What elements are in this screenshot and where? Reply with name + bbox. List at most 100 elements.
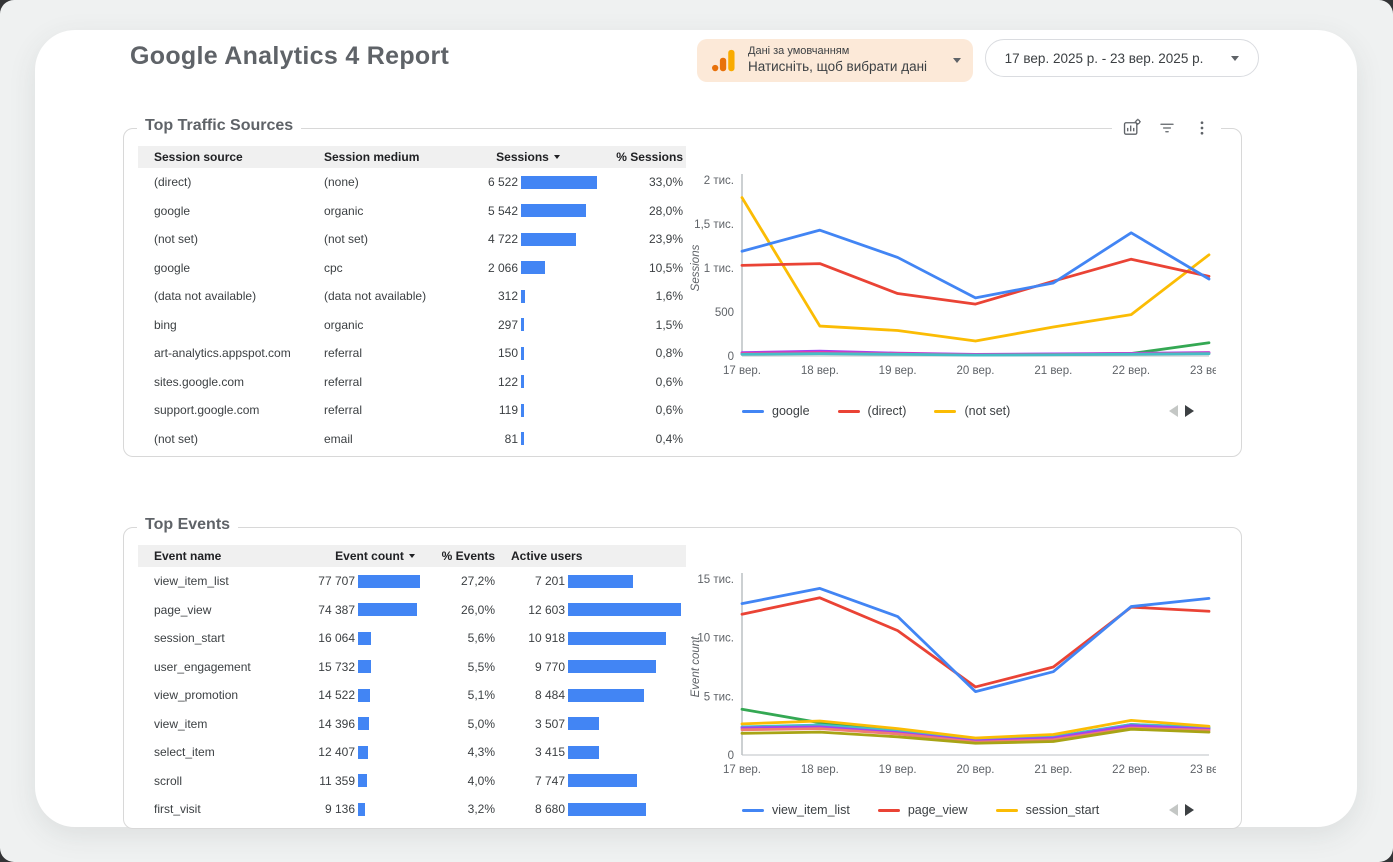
table-row[interactable]: bingorganic2971,5% bbox=[138, 311, 686, 340]
sessions-bar bbox=[521, 432, 524, 445]
column-header[interactable]: Active users bbox=[503, 549, 686, 563]
table-row[interactable]: view_item14 3965,0%3 507 bbox=[138, 710, 686, 739]
active-users-value: 12 603 bbox=[503, 603, 565, 617]
table-row[interactable]: art-analytics.appspot.comreferral1500,8% bbox=[138, 339, 686, 368]
y-tick-label: 0 bbox=[728, 750, 734, 762]
column-header[interactable]: Session source bbox=[138, 150, 308, 164]
column-header[interactable]: Session medium bbox=[308, 150, 458, 164]
table-row[interactable]: scroll11 3594,0%7 747 bbox=[138, 767, 686, 796]
x-tick-label: 18 вер. bbox=[801, 365, 839, 377]
bar-track bbox=[568, 774, 681, 787]
event-count-cell: 15 732 bbox=[313, 660, 437, 674]
more-options-icon[interactable] bbox=[1193, 119, 1211, 137]
table-row[interactable]: view_promotion14 5225,1%8 484 bbox=[138, 681, 686, 710]
column-header[interactable]: % Events bbox=[437, 549, 503, 563]
sessions-line-chart[interactable]: 05001 тис.1,5 тис.2 тис.17 вер.18 вер.19… bbox=[686, 164, 1216, 396]
event-count-bar bbox=[358, 774, 367, 787]
bar-track bbox=[568, 575, 681, 588]
table-row[interactable]: user_engagement15 7325,5%9 770 bbox=[138, 653, 686, 682]
session-source-cell: google bbox=[138, 204, 308, 218]
chevron-left-icon[interactable] bbox=[1169, 405, 1178, 417]
legend-pager bbox=[1169, 804, 1194, 816]
legend-item[interactable]: session_start bbox=[996, 803, 1100, 817]
event-count-value: 14 522 bbox=[313, 688, 355, 702]
table-row[interactable]: (data not available)(data not available)… bbox=[138, 282, 686, 311]
x-tick-label: 20 вер. bbox=[957, 764, 995, 776]
chevron-right-icon[interactable] bbox=[1185, 405, 1194, 417]
table-row[interactable]: first_visit9 1363,2%8 680 bbox=[138, 795, 686, 824]
table-row[interactable]: session_start16 0645,6%10 918 bbox=[138, 624, 686, 653]
pct-sessions-cell: 28,0% bbox=[598, 204, 686, 218]
column-header-label: Active users bbox=[511, 549, 582, 563]
data-control-button[interactable]: Дані за умовчанням Натисніть, щоб вибрат… bbox=[697, 39, 973, 82]
table-row[interactable]: page_view74 38726,0%12 603 bbox=[138, 596, 686, 625]
event-count-cell: 16 064 bbox=[313, 631, 437, 645]
active-users-value: 9 770 bbox=[503, 660, 565, 674]
traffic-sources-table: Session source Session medium Sessions % Se… bbox=[138, 146, 686, 456]
card-title: Top Events bbox=[137, 516, 238, 534]
sessions-cell: 297 bbox=[458, 318, 598, 332]
column-header-label: Session medium bbox=[324, 150, 419, 164]
bar-track bbox=[358, 689, 420, 702]
event-count-value: 9 136 bbox=[313, 802, 355, 816]
legend-item[interactable]: (direct) bbox=[838, 404, 907, 418]
table-row[interactable]: (direct)(none)6 52233,0% bbox=[138, 168, 686, 197]
legend-item[interactable]: google bbox=[742, 404, 810, 418]
event-count-bar bbox=[358, 660, 371, 673]
sessions-bar bbox=[521, 290, 525, 303]
pct-sessions-cell: 0,6% bbox=[598, 403, 686, 417]
column-header[interactable]: Sessions bbox=[458, 150, 598, 164]
legend-item[interactable]: page_view bbox=[878, 803, 968, 817]
bar-track bbox=[521, 432, 597, 445]
event-count-value: 11 359 bbox=[313, 774, 355, 788]
event-count-value: 74 387 bbox=[313, 603, 355, 617]
page-title: Google Analytics 4 Report bbox=[130, 42, 449, 71]
filter-icon[interactable] bbox=[1158, 119, 1176, 137]
legend-item[interactable]: view_item_list bbox=[742, 803, 850, 817]
date-range-button[interactable]: 17 вер. 2025 р. - 23 вер. 2025 р. bbox=[985, 39, 1259, 77]
table-row[interactable]: view_item_list77 70727,2%7 201 bbox=[138, 567, 686, 596]
event-count-line-chart[interactable]: 05 тис.10 тис.15 тис.17 вер.18 вер.19 ве… bbox=[686, 563, 1216, 795]
event-count-bar bbox=[358, 717, 369, 730]
column-header[interactable]: Event name bbox=[138, 549, 313, 563]
bar-track bbox=[521, 318, 597, 331]
chevron-down-icon bbox=[1231, 56, 1239, 61]
y-axis-title: Sessions bbox=[690, 244, 702, 291]
active-users-bar bbox=[568, 660, 656, 673]
sessions-value: 297 bbox=[458, 318, 518, 332]
top-events-table: Event nameEvent count% Events Active user… bbox=[138, 545, 686, 828]
x-tick-label: 18 вер. bbox=[801, 764, 839, 776]
column-header[interactable]: % Sessions bbox=[598, 150, 686, 164]
table-row[interactable]: support.google.comreferral1190,6% bbox=[138, 396, 686, 425]
active-users-value: 8 484 bbox=[503, 688, 565, 702]
table-row[interactable]: select_item12 4074,3%3 415 bbox=[138, 738, 686, 767]
series-line-page_view bbox=[742, 598, 1209, 687]
sessions-value: 6 522 bbox=[458, 175, 518, 189]
column-header-label: Sessions bbox=[496, 150, 549, 164]
table-header-row: Session source Session medium Sessions % Se… bbox=[138, 146, 686, 168]
bar-track bbox=[358, 603, 420, 616]
table-row[interactable]: googleorganic5 54228,0% bbox=[138, 197, 686, 226]
pct-events-cell: 26,0% bbox=[437, 603, 503, 617]
series-line-minor-series-teal bbox=[742, 354, 1209, 355]
bar-track bbox=[521, 261, 597, 274]
legend-item[interactable]: (not set) bbox=[934, 404, 1010, 418]
event-count-chart-area: 05 тис.10 тис.15 тис.17 вер.18 вер.19 ве… bbox=[686, 545, 1241, 828]
x-tick-label: 23 вер. bbox=[1190, 764, 1216, 776]
session-medium-cell: organic bbox=[308, 204, 458, 218]
active-users-cell: 7 201 bbox=[503, 574, 686, 588]
event-count-cell: 14 396 bbox=[313, 717, 437, 731]
session-medium-cell: cpc bbox=[308, 261, 458, 275]
column-header[interactable]: Event count bbox=[313, 549, 437, 563]
event-count-bar bbox=[358, 603, 417, 616]
y-axis-title: Event count bbox=[690, 636, 702, 698]
session-medium-cell: (none) bbox=[308, 175, 458, 189]
chevron-right-icon[interactable] bbox=[1185, 804, 1194, 816]
table-row[interactable]: googlecpc2 06610,5% bbox=[138, 254, 686, 283]
table-row[interactable]: sites.google.comreferral1220,6% bbox=[138, 368, 686, 397]
chevron-left-icon[interactable] bbox=[1169, 804, 1178, 816]
table-row[interactable]: (not set)(not set)4 72223,9% bbox=[138, 225, 686, 254]
chart-settings-icon[interactable] bbox=[1122, 118, 1141, 137]
table-row[interactable]: (not set)email810,4% bbox=[138, 425, 686, 454]
pct-events-cell: 5,5% bbox=[437, 660, 503, 674]
